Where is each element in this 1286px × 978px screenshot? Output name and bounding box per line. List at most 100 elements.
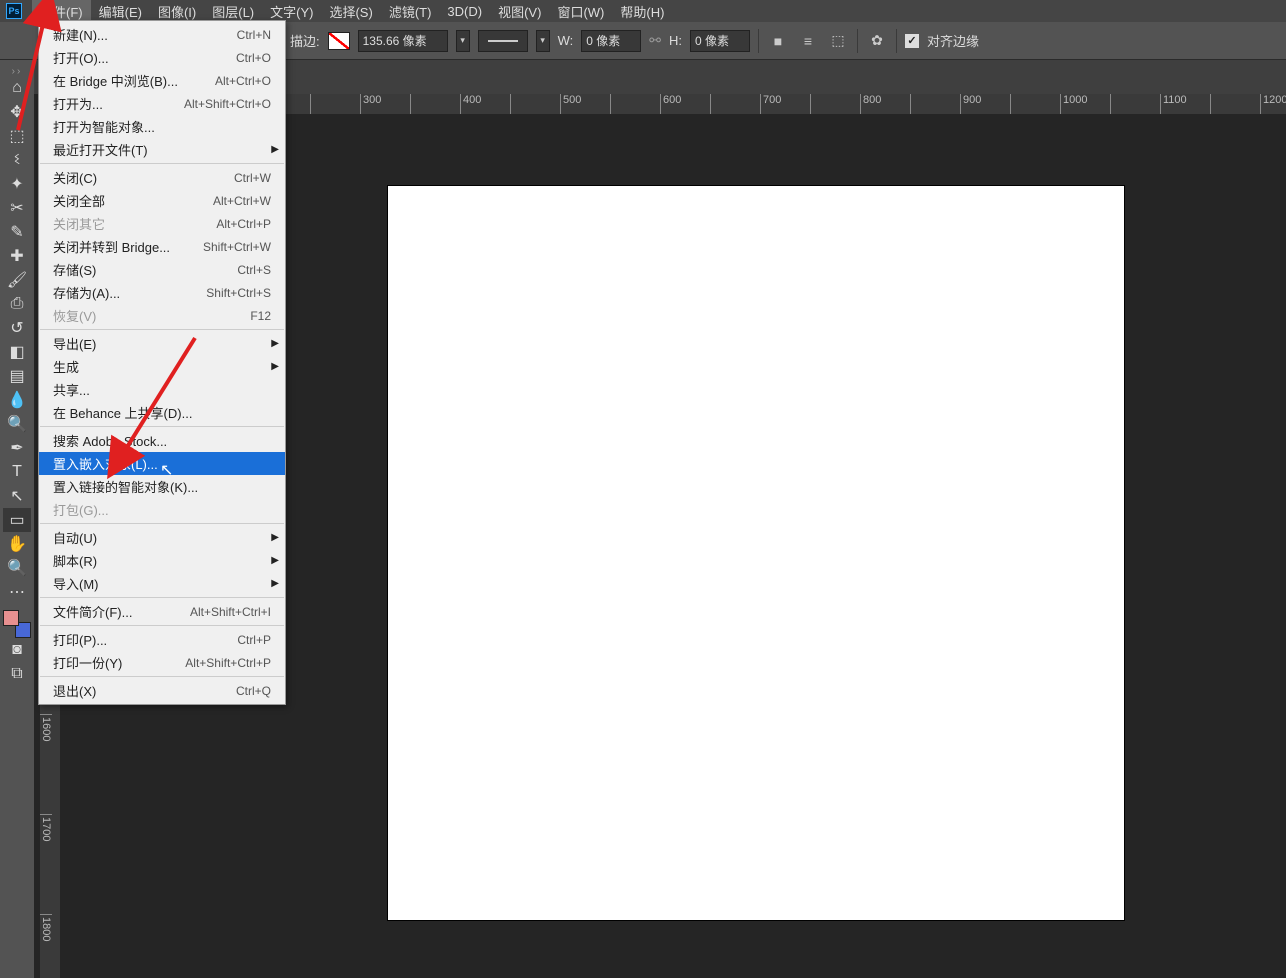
submenu-arrow-icon: ▶ xyxy=(271,361,279,372)
rectangle-icon[interactable]: ▭ xyxy=(3,508,31,532)
eraser-icon[interactable]: ◧ xyxy=(3,340,31,364)
type-icon[interactable]: T xyxy=(3,460,31,484)
submenu-arrow-icon: ▶ xyxy=(271,578,279,589)
file-menu-item[interactable]: 存储(S)Ctrl+S xyxy=(39,258,285,281)
file-menu-item[interactable]: 最近打开文件(T)▶ xyxy=(39,138,285,161)
menu-item-label: 置入链接的智能对象(K)... xyxy=(53,477,198,496)
home-icon[interactable]: ⌂ xyxy=(3,76,31,100)
file-menu-item[interactable]: 共享... xyxy=(39,378,285,401)
foreground-color-swatch[interactable] xyxy=(3,610,19,626)
history-brush-icon[interactable]: ↺ xyxy=(3,316,31,340)
move-icon[interactable]: ✥ xyxy=(3,100,31,124)
menu-item-label: 导出(E) xyxy=(53,334,96,353)
file-menu-item[interactable]: 自动(U)▶ xyxy=(39,526,285,549)
ruler-tick: 1700 xyxy=(40,814,52,864)
color-swatches[interactable] xyxy=(3,610,31,638)
align-edges-label: 对齐边缘 xyxy=(927,31,979,50)
file-menu-item[interactable]: 导入(M) ▶ xyxy=(39,572,285,595)
document-canvas[interactable] xyxy=(388,186,1124,920)
menu-item-label: 在 Behance 上共享(D)... xyxy=(53,403,192,422)
gradient-icon[interactable]: ▤ xyxy=(3,364,31,388)
blur-icon[interactable]: 💧 xyxy=(3,388,31,412)
ruler-tick: 600 xyxy=(660,94,710,114)
more-icon[interactable]: ⋯ xyxy=(3,580,31,604)
gear-icon[interactable]: ✿ xyxy=(866,30,888,52)
menu-separator xyxy=(40,426,284,427)
ruler-tick xyxy=(1110,94,1160,114)
menu-item-label: 打开为... xyxy=(53,94,103,113)
quick-mask-icon[interactable]: ◙ xyxy=(3,638,31,662)
file-menu-item[interactable]: 打开为...Alt+Shift+Ctrl+O xyxy=(39,92,285,115)
eyedropper-icon[interactable]: ✎ xyxy=(3,220,31,244)
file-menu-item[interactable]: 文件简介(F)...Alt+Shift+Ctrl+I xyxy=(39,600,285,623)
stroke-style-dropdown[interactable] xyxy=(478,30,528,52)
stamp-icon[interactable]: ⎙ xyxy=(3,292,31,316)
menu-item-shortcut: Ctrl+Q xyxy=(236,684,271,698)
menu-item-label: 打开(O)... xyxy=(53,48,109,67)
screen-mode-icon[interactable]: ⧉ xyxy=(3,662,31,686)
menu-item-label: 新建(N)... xyxy=(53,25,108,44)
h-label: H: xyxy=(669,33,682,48)
ruler-tick: 300 xyxy=(360,94,410,114)
brush-icon[interactable]: 🖌 xyxy=(3,268,31,292)
hand-icon[interactable]: ✋ xyxy=(3,532,31,556)
file-menu-item[interactable]: 置入链接的智能对象(K)... xyxy=(39,475,285,498)
toolbox-handle[interactable]: ›› xyxy=(2,66,32,76)
file-menu-item[interactable]: 在 Behance 上共享(D)... xyxy=(39,401,285,424)
zoom-icon[interactable]: 🔍 xyxy=(3,556,31,580)
file-menu-item[interactable]: 脚本(R)▶ xyxy=(39,549,285,572)
ps-logo-icon: Ps xyxy=(6,3,22,19)
file-menu-item[interactable]: 搜索 Adobe Stock... xyxy=(39,429,285,452)
menu-item-label: 关闭并转到 Bridge... xyxy=(53,237,170,256)
menu-3d[interactable]: 3D(D) xyxy=(439,2,490,21)
stroke-size-drop[interactable]: ▾ xyxy=(456,30,470,52)
menu-item-shortcut: F12 xyxy=(250,309,271,323)
stroke-size-input[interactable] xyxy=(358,30,448,52)
file-menu-item[interactable]: 置入嵌入对象(L)... xyxy=(39,452,285,475)
file-menu-item[interactable]: 退出(X) Ctrl+Q xyxy=(39,679,285,702)
ruler-tick xyxy=(710,94,760,114)
stroke-color-swatch[interactable] xyxy=(328,32,350,50)
menu-filter[interactable]: 滤镜(T) xyxy=(381,0,440,23)
menu-separator xyxy=(40,676,284,677)
pen-icon[interactable]: ✒ xyxy=(3,436,31,460)
healing-icon[interactable]: ✚ xyxy=(3,244,31,268)
file-menu-item[interactable]: 存储为(A)...Shift+Ctrl+S xyxy=(39,281,285,304)
lasso-icon[interactable]: ଽ xyxy=(3,148,31,172)
menu-item-label: 导入(M) xyxy=(53,574,99,593)
file-menu-item[interactable]: 在 Bridge 中浏览(B)...Alt+Ctrl+O xyxy=(39,69,285,92)
menu-item-label: 退出(X) xyxy=(53,681,96,700)
menu-select[interactable]: 选择(S) xyxy=(321,0,380,23)
file-menu-item[interactable]: 打开(O)...Ctrl+O xyxy=(39,46,285,69)
file-menu-item[interactable]: 打印一份(Y)Alt+Shift+Ctrl+P xyxy=(39,651,285,674)
crop-icon[interactable]: ✂ xyxy=(3,196,31,220)
dodge-icon[interactable]: 🔍 xyxy=(3,412,31,436)
arrange-icon[interactable]: ⬚ xyxy=(827,30,849,52)
file-menu-item[interactable]: 打印(P)...Ctrl+P xyxy=(39,628,285,651)
file-menu-item[interactable]: 打开为智能对象... xyxy=(39,115,285,138)
align-edges-checkbox[interactable]: ✓ xyxy=(905,34,919,48)
menubar: Ps 文件(F) 编辑(E) 图像(I) 图层(L) 文字(Y) 选择(S) 滤… xyxy=(0,0,1286,22)
path-op-icon[interactable]: ■ xyxy=(767,30,789,52)
file-menu-item[interactable]: 导出(E) ▶ xyxy=(39,332,285,355)
submenu-arrow-icon: ▶ xyxy=(271,338,279,349)
wand-icon[interactable]: ✦ xyxy=(3,172,31,196)
file-menu-item[interactable]: 生成▶ xyxy=(39,355,285,378)
width-input[interactable] xyxy=(581,30,641,52)
link-wh-icon[interactable]: ⚯ xyxy=(649,32,661,49)
menu-item-label: 搜索 Adobe Stock... xyxy=(53,431,167,450)
file-menu-item[interactable]: 关闭全部Alt+Ctrl+W xyxy=(39,189,285,212)
menu-help[interactable]: 帮助(H) xyxy=(612,0,672,23)
align-icon[interactable]: ≡ xyxy=(797,30,819,52)
file-menu-item[interactable]: 关闭并转到 Bridge...Shift+Ctrl+W xyxy=(39,235,285,258)
height-input[interactable] xyxy=(690,30,750,52)
ruler-tick: 700 xyxy=(760,94,810,114)
file-menu-item[interactable]: 新建(N)...Ctrl+N xyxy=(39,23,285,46)
menu-view[interactable]: 视图(V) xyxy=(490,0,549,23)
path-select-icon[interactable]: ↖ xyxy=(3,484,31,508)
marquee-icon[interactable]: ⬚ xyxy=(3,124,31,148)
file-menu-item: 打包(G)... xyxy=(39,498,285,521)
file-menu-item[interactable]: 关闭(C)Ctrl+W xyxy=(39,166,285,189)
stroke-style-drop[interactable]: ▾ xyxy=(536,30,550,52)
menu-window[interactable]: 窗口(W) xyxy=(549,0,612,23)
